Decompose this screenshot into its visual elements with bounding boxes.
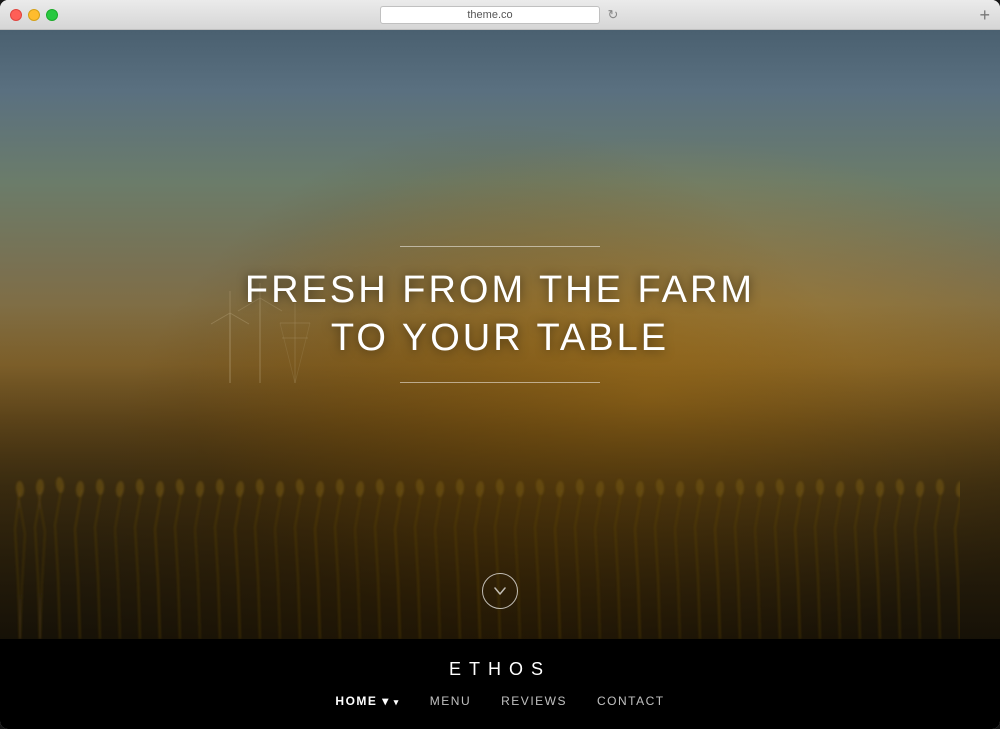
address-bar[interactable]: theme.co [380,6,600,24]
traffic-lights [10,9,58,21]
nav-item-contact[interactable]: CONTACT [597,692,665,710]
hero-content: FRESH FROM THE FARM TO YOUR TABLE [245,246,755,383]
hero-line-bottom [400,382,600,383]
hero-title: FRESH FROM THE FARM TO YOUR TABLE [245,267,755,362]
nav-bar: HOME ▾ MENU REVIEWS CONTACT [335,692,664,710]
nav-item-home[interactable]: HOME ▾ [335,692,399,710]
nav-item-reviews[interactable]: REVIEWS [501,692,567,710]
new-tab-button[interactable]: + [979,6,990,24]
hero-section: // This is just decorative SVG - will be… [0,30,1000,639]
close-button[interactable] [10,9,22,21]
grain-field-illustration: // This is just decorative SVG - will be… [0,439,960,639]
title-bar: theme.co ↻ + [0,0,1000,30]
hero-line-top [400,246,600,247]
nav-item-menu[interactable]: MENU [430,692,471,710]
browser-window: theme.co ↻ + [0,0,1000,729]
browser-content: // This is just decorative SVG - will be… [0,30,1000,729]
minimize-button[interactable] [28,9,40,21]
hero-title-line2: TO YOUR TABLE [331,317,669,359]
address-bar-container: theme.co ↻ [380,6,620,24]
hero-title-line1: FRESH FROM THE FARM [245,269,755,311]
refresh-icon[interactable]: ↻ [606,8,620,22]
url-text: theme.co [467,9,512,21]
site-name: ETHOS [449,659,551,680]
scroll-down-button[interactable] [482,573,518,609]
bottom-navigation: ETHOS HOME ▾ MENU REVIEWS CONTACT [0,639,1000,729]
maximize-button[interactable] [46,9,58,21]
